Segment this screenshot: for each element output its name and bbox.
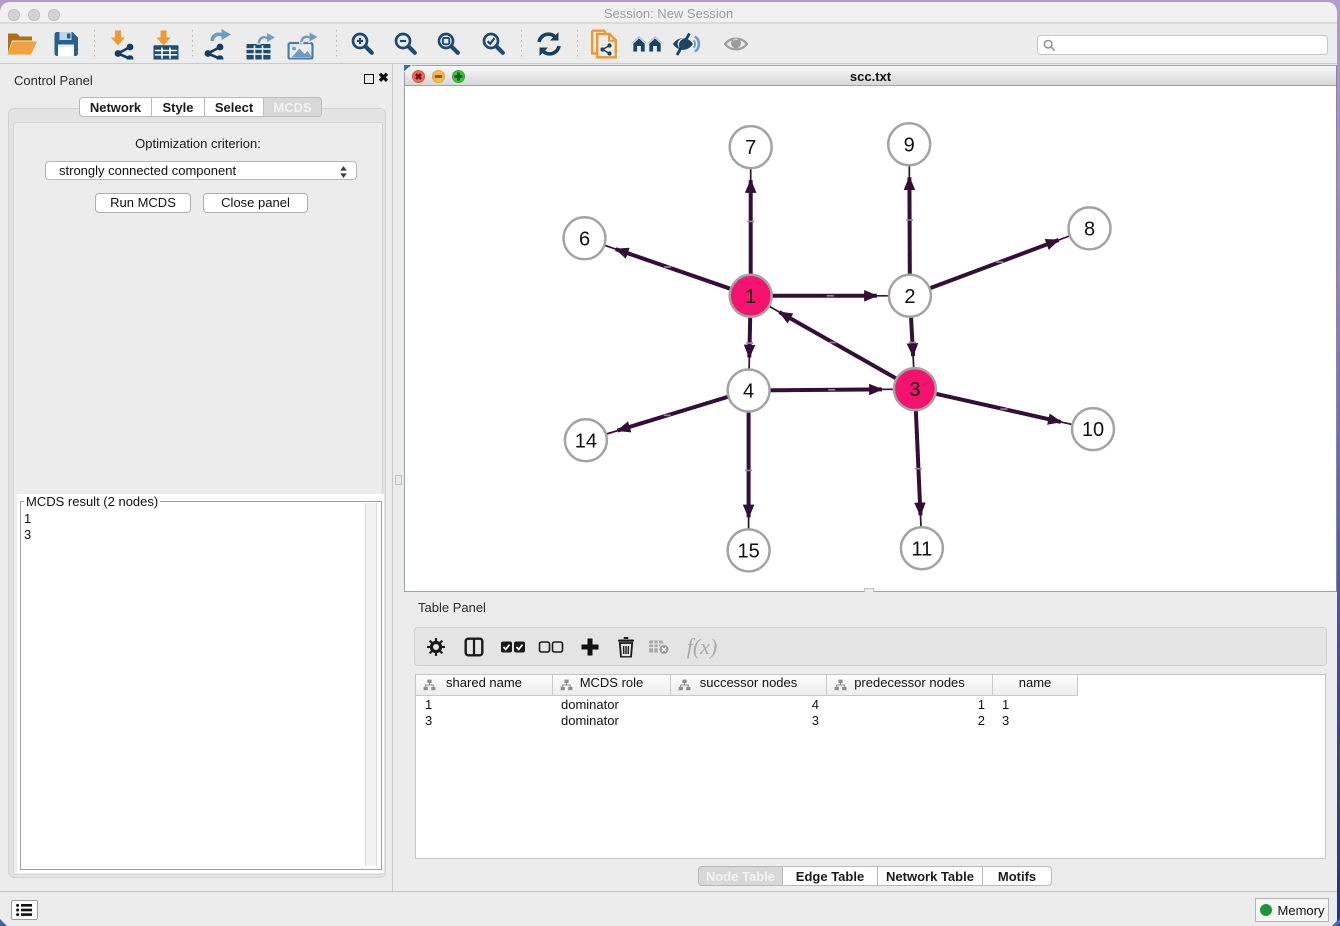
- svg-text:4: 4: [743, 381, 754, 403]
- svg-text:1: 1: [745, 286, 756, 308]
- svg-text:2: 2: [904, 286, 915, 308]
- svg-text:8: 8: [1084, 218, 1095, 240]
- svg-text:15: 15: [737, 540, 759, 562]
- svg-text:6: 6: [579, 228, 590, 250]
- svg-text:11: 11: [912, 538, 933, 560]
- svg-text:7: 7: [745, 137, 756, 159]
- svg-text:3: 3: [909, 379, 920, 401]
- svg-text:10: 10: [1082, 419, 1104, 441]
- svg-text:14: 14: [575, 430, 597, 452]
- svg-text:9: 9: [904, 134, 915, 156]
